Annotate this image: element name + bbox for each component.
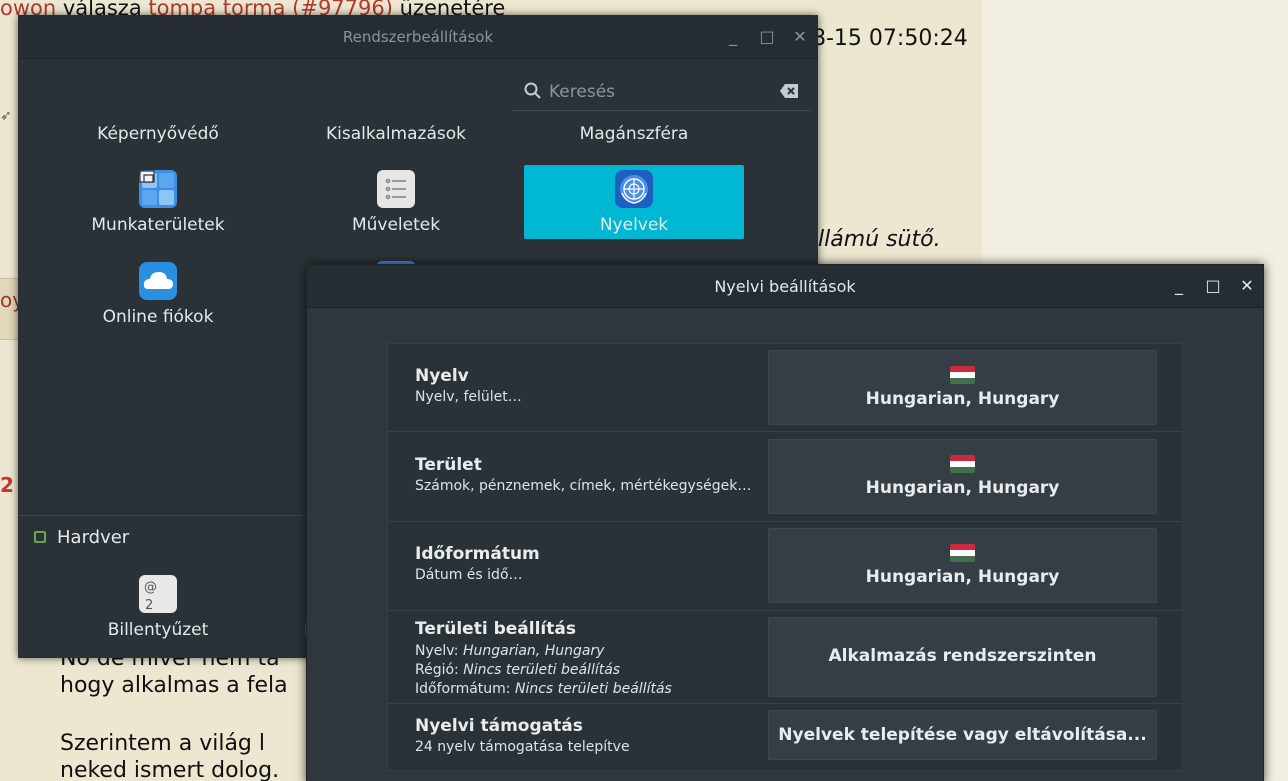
search-icon [524,82,541,99]
search-input[interactable] [549,77,769,107]
background-arrow-icon: ➶ [0,108,12,124]
category-applets[interactable]: Kisalkalmazások [276,124,516,144]
tile-label: Munkaterületek [91,215,225,235]
close-icon[interactable]: ✕ [1237,276,1257,296]
background-paragraph-line: neked ismert dolog. [60,758,280,781]
minimize-icon[interactable]: _ [723,27,743,47]
background-paragraph-line: hogy alkalmas a fela [60,673,288,698]
tile-actions[interactable]: Műveletek [286,165,506,239]
row-region: Terület Számok, pénznemek, címek, mérték… [388,433,1182,522]
tile-label: Billentyűzet [107,620,209,640]
tile-label: Online fiókok [102,307,214,327]
keyboard-icon: @2 [138,574,178,614]
minimize-icon[interactable]: _ [1169,276,1189,296]
row-title: Nyelv [415,366,469,386]
tile-online-accounts[interactable]: Online fiókok [48,257,268,331]
locale-region-line: Régió: Nincs területi beállítás [415,662,621,678]
svg-text:2: 2 [145,598,153,613]
row-title: Nyelvi támogatás [415,716,583,736]
row-language-support: Nyelvi támogatás 24 nyelv támogatása tel… [388,704,1182,770]
workspaces-icon [138,169,178,209]
row-title: Terület [415,455,482,475]
hardware-category-icon [34,531,46,543]
row-subtitle: Nyelv, felület… [415,389,522,405]
maximize-icon[interactable]: □ [1203,276,1223,296]
locale-time-line: Időformátum: Nincs területi beállítás [415,681,672,697]
category-privacy[interactable]: Magánszféra [514,124,754,144]
tile-label: Nyelvek [599,215,669,235]
row-title: Területi beállítás [415,619,576,639]
row-subtitle: 24 nyelv támogatása telepítve [415,739,630,755]
language-settings-window: Nyelvi beállítások _ □ ✕ Nyelv Nyelv, fe… [306,264,1264,781]
background-paragraph-line: Szerintem a világ l [60,731,266,756]
row-locale: Területi beállítás Nyelv: Hungarian, Hun… [388,611,1182,704]
region-select-button[interactable]: Hungarian, Hungary [768,439,1157,514]
button-label: Alkalmazás rendszerszinten [828,646,1097,666]
clear-search-icon[interactable] [779,83,799,99]
language-settings-list: Nyelv Nyelv, felület… Hungarian, Hungary… [387,343,1183,771]
time-format-select-button[interactable]: Hungarian, Hungary [768,528,1157,603]
button-label: Nyelvek telepítése vagy eltávolítása... [778,725,1147,745]
row-language: Nyelv Nyelv, felület… Hungarian, Hungary [388,344,1182,432]
install-remove-languages-button[interactable]: Nyelvek telepítése vagy eltávolítása... [768,710,1157,760]
tile-keyboard[interactable]: @2 Billentyűzet [48,570,268,644]
row-subtitle: Számok, pénznemek, címek, mértékegységek… [415,478,752,494]
row-subtitle: Dátum és idő… [415,567,523,583]
settings-titlebar[interactable]: Rendszerbeállítások _ □ ✕ [18,15,818,59]
svg-text:@: @ [144,580,157,595]
background-sentence: llámú sütő. [818,227,941,252]
row-title: Időformátum [415,544,540,564]
settings-search [513,73,810,111]
hungarian-flag-icon [950,366,975,384]
hungarian-flag-icon [950,544,975,562]
row-time-format: Időformátum Dátum és idő… Hungarian, Hun… [388,522,1182,611]
language-window-title: Nyelvi beállítások [714,277,856,296]
button-label: Hungarian, Hungary [865,567,1060,587]
hardware-section-title: Hardver [57,527,130,548]
button-label: Hungarian, Hungary [865,389,1060,409]
background-number: 2 [0,473,14,497]
un-globe-icon [614,169,654,209]
language-titlebar[interactable]: Nyelvi beállítások _ □ ✕ [307,265,1263,308]
locale-language-line: Nyelv: Hungarian, Hungary [415,643,605,659]
maximize-icon[interactable]: □ [757,27,777,47]
tile-label: Műveletek [351,215,441,235]
apply-system-wide-button[interactable]: Alkalmazás rendszerszinten [768,617,1157,697]
tile-languages[interactable]: Nyelvek [524,165,744,239]
list-icon [376,169,416,209]
background-post-date: 8-15 07:50:24 [812,26,968,51]
button-label: Hungarian, Hungary [865,478,1060,498]
settings-window-title: Rendszerbeállítások [342,28,494,46]
hungarian-flag-icon [950,455,975,473]
cloud-icon [138,261,178,301]
category-screensaver[interactable]: Képernyővédő [38,124,278,144]
close-icon[interactable]: ✕ [790,27,810,47]
language-select-button[interactable]: Hungarian, Hungary [768,350,1157,425]
tile-workspaces[interactable]: Munkaterületek [48,165,268,239]
